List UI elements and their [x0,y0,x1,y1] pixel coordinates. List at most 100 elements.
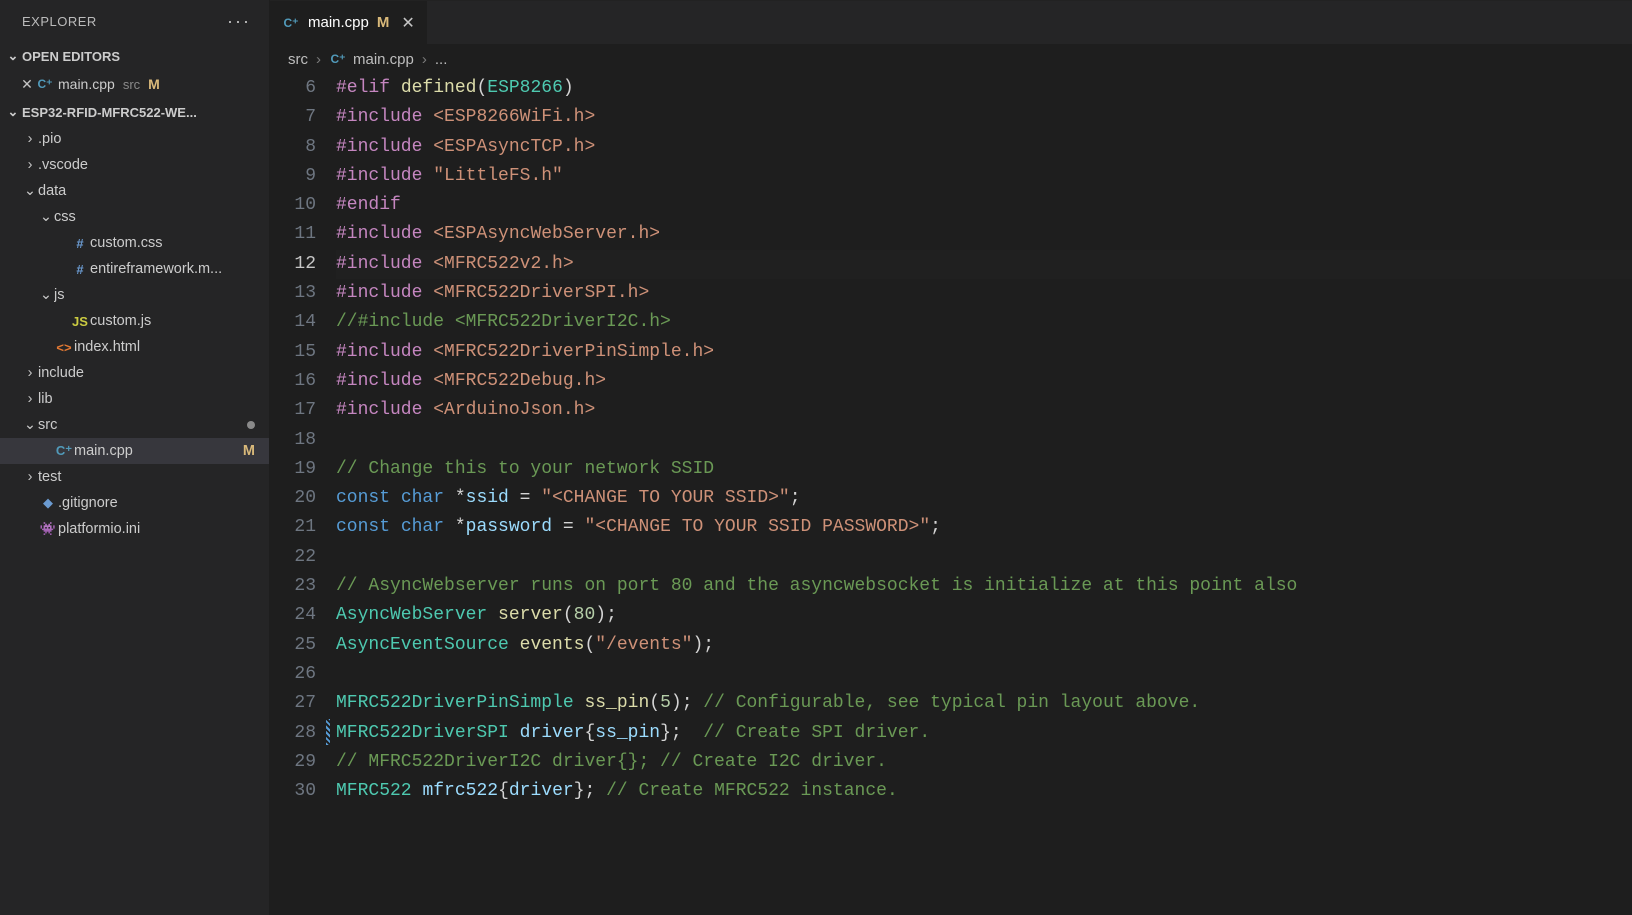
code-line[interactable]: #include <ESPAsyncWebServer.h> [336,220,1632,249]
folder-item[interactable]: ›lib [0,386,269,412]
breadcrumb-item[interactable]: src [288,51,308,68]
line-number: 20 [270,484,316,513]
line-number: 29 [270,748,316,777]
chevron-down-icon: ⌄ [38,287,54,303]
tab-filename: main.cpp [308,14,369,31]
tree-item-label: test [38,469,261,485]
open-editor-item[interactable]: ✕ C⁺ main.cpp src M [0,70,269,98]
open-editors-label: OPEN EDITORS [22,49,120,64]
chevron-right-icon: › [22,131,38,147]
tab-bar: C⁺ main.cpp M ✕ [270,0,1632,44]
code-line[interactable]: AsyncWebServer server(80); [336,601,1632,630]
folder-item[interactable]: ⌄css [0,204,269,230]
code-line[interactable]: #include <ESPAsyncTCP.h> [336,133,1632,162]
code-editor[interactable]: 6789101112131415161718192021222324252627… [270,74,1632,915]
chevron-down-icon: ⌄ [4,48,22,64]
code-line[interactable]: MFRC522DriverPinSimple ss_pin(5); // Con… [336,689,1632,718]
css-file-icon: # [70,262,90,277]
modified-badge: M [377,14,390,31]
line-number: 19 [270,455,316,484]
code-line[interactable] [336,660,1632,689]
tree-item-label: .gitignore [58,495,261,511]
dirty-indicator [247,421,255,429]
tree-item-label: custom.css [90,235,261,251]
open-editors-section[interactable]: ⌄ OPEN EDITORS [0,42,269,70]
open-editor-dir: src [123,77,140,92]
file-item[interactable]: #custom.css [0,230,269,256]
chevron-down-icon: ⌄ [4,104,22,120]
chevron-right-icon: › [314,51,323,68]
folder-item[interactable]: ›.vscode [0,152,269,178]
chevron-right-icon: › [420,51,429,68]
code-line[interactable]: #include "LittleFS.h" [336,162,1632,191]
tree-item-label: include [38,365,261,381]
code-line[interactable]: // MFRC522DriverI2C driver{}; // Create … [336,748,1632,777]
folder-item[interactable]: ⌄src [0,412,269,438]
cpp-file-icon: C⁺ [54,442,74,460]
code-line[interactable]: // AsyncWebserver runs on port 80 and th… [336,572,1632,601]
folder-item[interactable]: ›include [0,360,269,386]
file-item[interactable]: ◆.gitignore [0,490,269,516]
folder-item[interactable]: ⌄js [0,282,269,308]
explorer-header: EXPLORER ··· [0,0,269,42]
code-line[interactable]: #endif [336,191,1632,220]
tree-item-label: data [38,183,261,199]
project-section[interactable]: ⌄ ESP32-RFID-MFRC522-WE... [0,98,269,126]
breadcrumb-item[interactable]: main.cpp [353,51,414,68]
code-line[interactable] [336,426,1632,455]
line-number: 27 [270,689,316,718]
code-line[interactable]: MFRC522DriverSPI driver{ss_pin}; // Crea… [336,719,1632,748]
close-icon[interactable]: ✕ [397,13,414,33]
code-line[interactable]: #include <ArduinoJson.h> [336,396,1632,425]
folder-item[interactable]: ›.pio [0,126,269,152]
code-line[interactable]: #elif defined(ESP8266) [336,74,1632,103]
code-line[interactable]: //#include <MFRC522DriverI2C.h> [336,308,1632,337]
file-item[interactable]: JScustom.js [0,308,269,334]
file-item[interactable]: <>index.html [0,334,269,360]
tree-item-label: src [38,417,247,433]
code-line[interactable]: const char *ssid = "<CHANGE TO YOUR SSID… [336,484,1632,513]
explorer-sidebar: EXPLORER ··· ⌄ OPEN EDITORS ✕ C⁺ main.cp… [0,0,270,915]
code-line[interactable]: #include <ESP8266WiFi.h> [336,103,1632,132]
line-number: 23 [270,572,316,601]
chevron-right-icon: › [22,365,38,381]
code-content[interactable]: #elif defined(ESP8266)#include <ESP8266W… [336,74,1632,915]
line-number: 24 [270,601,316,630]
chevron-down-icon: ⌄ [22,417,38,433]
tree-item-label: main.cpp [74,443,243,459]
tree-item-label: lib [38,391,261,407]
file-item[interactable]: #entireframework.m... [0,256,269,282]
tab-main-cpp[interactable]: C⁺ main.cpp M ✕ [270,1,428,44]
git-file-icon: ◆ [38,495,58,511]
code-line[interactable]: #include <MFRC522DriverPinSimple.h> [336,338,1632,367]
chevron-right-icon: › [22,157,38,173]
file-item[interactable]: C⁺main.cppM [0,438,269,464]
more-icon[interactable]: ··· [227,11,251,32]
html-file-icon: <> [54,340,74,355]
breadcrumb-item[interactable]: ... [435,51,448,68]
code-line[interactable]: #include <MFRC522v2.h> [336,250,1632,279]
line-number: 14 [270,308,316,337]
breadcrumb[interactable]: src › C⁺ main.cpp › ... [270,44,1632,74]
line-number: 30 [270,777,316,806]
code-line[interactable]: MFRC522 mfrc522{driver}; // Create MFRC5… [336,777,1632,806]
folder-item[interactable]: ›test [0,464,269,490]
platformio-icon: 👾 [38,521,58,537]
code-line[interactable]: const char *password = "<CHANGE TO YOUR … [336,513,1632,542]
close-icon[interactable]: ✕ [18,76,36,93]
cpp-file-icon: C⁺ [329,50,347,68]
modified-badge: M [243,443,261,459]
code-line[interactable]: #include <MFRC522DriverSPI.h> [336,279,1632,308]
folder-item[interactable]: ⌄data [0,178,269,204]
line-number-gutter: 6789101112131415161718192021222324252627… [270,74,336,915]
code-line[interactable]: // Change this to your network SSID [336,455,1632,484]
code-line[interactable] [336,543,1632,572]
line-number: 6 [270,74,316,103]
line-number: 9 [270,162,316,191]
tree-item-label: js [54,287,261,303]
code-line[interactable]: AsyncEventSource events("/events"); [336,631,1632,660]
code-line[interactable]: #include <MFRC522Debug.h> [336,367,1632,396]
tree-item-label: custom.js [90,313,261,329]
line-number: 18 [270,426,316,455]
file-item[interactable]: 👾platformio.ini [0,516,269,542]
